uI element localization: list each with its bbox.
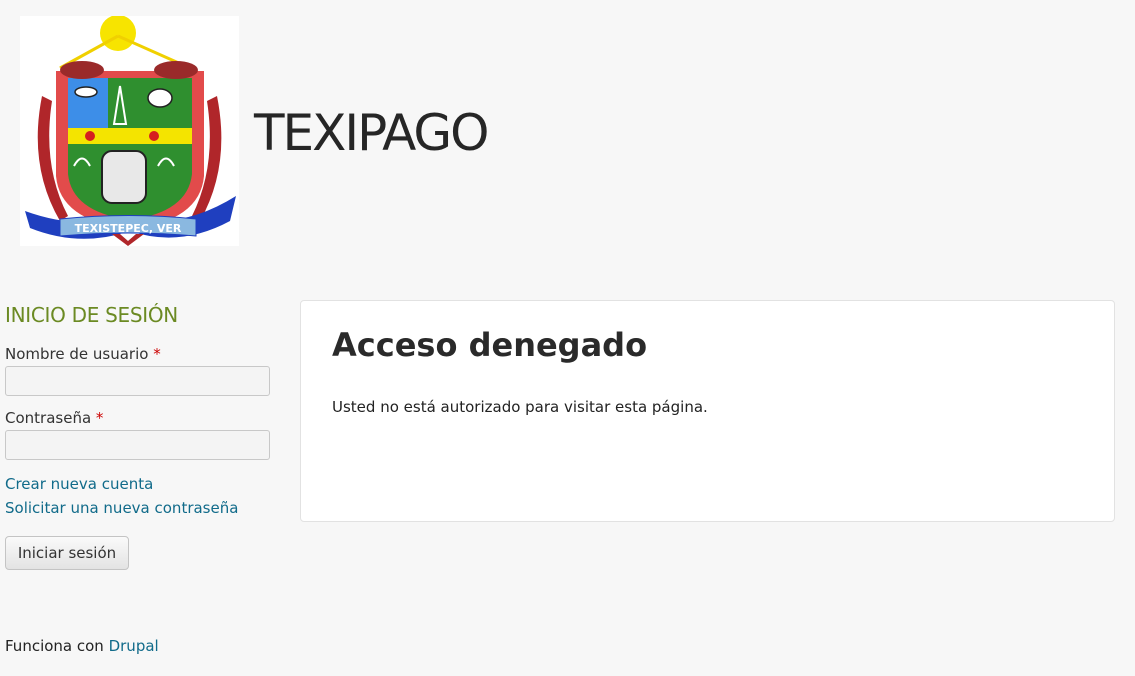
footer: Funciona con Drupal <box>5 635 159 657</box>
login-submit-button[interactable]: Iniciar sesión <box>5 536 129 570</box>
login-block-title: INICIO DE SESIÓN <box>5 303 178 327</box>
required-marker: * <box>153 345 161 363</box>
username-label: Nombre de usuario * <box>5 344 271 364</box>
coat-of-arms-logo: TEXISTEPEC, VER <box>25 16 236 246</box>
site-logo[interactable]: TEXISTEPEC, VER <box>20 16 239 246</box>
page-title: Acceso denegado <box>332 326 648 364</box>
password-input[interactable] <box>5 430 270 460</box>
create-account-link[interactable]: Crear nueva cuenta <box>5 472 271 496</box>
footer-prefix: Funciona con <box>5 637 104 655</box>
access-denied-message: Usted no está autorizado para visitar es… <box>332 398 708 416</box>
password-label: Contraseña * <box>5 408 271 428</box>
sidebar: INICIO DE SESIÓN Nombre de usuario * Con… <box>5 300 271 570</box>
required-marker: * <box>95 409 104 427</box>
logo-banner-text: TEXISTEPEC, VER <box>75 222 182 235</box>
login-links: Crear nueva cuenta Solicitar una nueva c… <box>5 472 271 520</box>
site-name[interactable]: TEXIPAGO <box>254 98 490 168</box>
drupal-link[interactable]: Drupal <box>109 637 159 655</box>
main-content: Acceso denegado Usted no está autorizado… <box>300 300 1115 522</box>
request-password-link[interactable]: Solicitar una nueva contraseña <box>5 496 271 520</box>
username-input[interactable] <box>5 366 270 396</box>
password-label-text: Contraseña <box>5 409 92 427</box>
username-label-text: Nombre de usuario <box>5 345 149 363</box>
